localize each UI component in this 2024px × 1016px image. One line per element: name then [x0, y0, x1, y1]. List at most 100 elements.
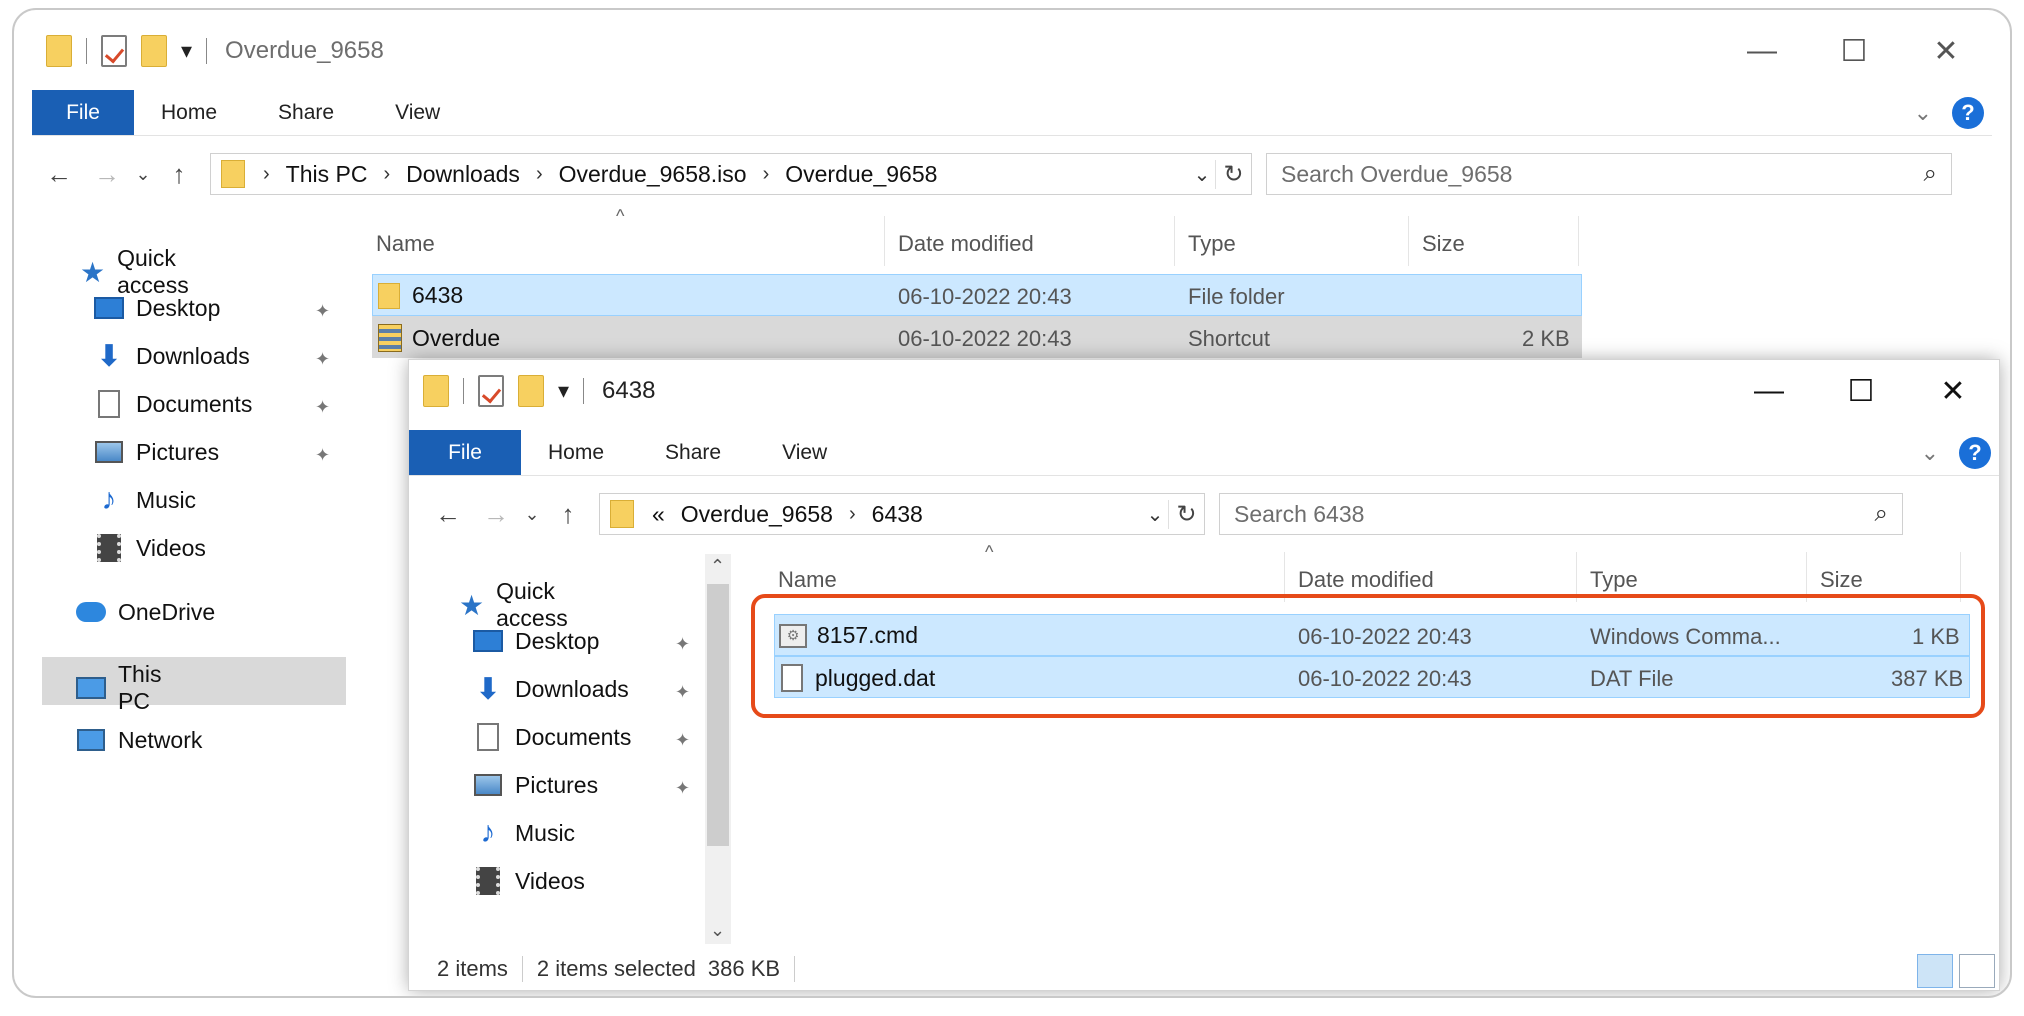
address-bar[interactable]: « Overdue_9658 › 6438 ⌄ ↻ [599, 493, 1205, 535]
help-icon[interactable]: ? [1959, 437, 1991, 469]
column-header-size[interactable]: Size [1422, 231, 1465, 257]
tab-share[interactable]: Share [251, 90, 368, 135]
up-button[interactable]: ↑ [547, 499, 589, 530]
sidebar-label: Documents [515, 723, 632, 750]
tab-view[interactable]: View [368, 90, 474, 135]
sidebar-label: Desktop [515, 627, 600, 654]
pin-icon[interactable]: ✦ [675, 682, 690, 703]
tab-home[interactable]: Home [521, 430, 638, 475]
column-divider[interactable] [1408, 216, 1409, 266]
sidebar-item-network[interactable]: Network [76, 725, 202, 755]
chevron-right-icon[interactable]: › [263, 163, 270, 186]
sidebar-item-downloads[interactable]: ⬇ Downloads [94, 340, 249, 373]
back-button[interactable]: ← [427, 499, 469, 530]
sidebar-item-videos[interactable]: Videos [473, 866, 585, 896]
sidebar-label: Documents [136, 390, 253, 417]
chevron-right-icon[interactable]: › [763, 163, 770, 186]
new-folder-icon[interactable] [141, 35, 167, 67]
large-icons-view-icon[interactable] [1959, 954, 1995, 988]
address-dropdown-icon[interactable]: ⌄ [1142, 502, 1168, 527]
column-header-date[interactable]: Date modified [898, 231, 1034, 257]
expand-ribbon-chevron-icon[interactable]: ⌄ [1914, 100, 1932, 126]
tab-share[interactable]: Share [638, 430, 755, 475]
properties-icon[interactable] [478, 375, 504, 407]
forward-button[interactable]: → [86, 159, 128, 190]
chevron-right-icon[interactable]: › [849, 503, 856, 526]
breadcrumb-overdue-folder[interactable]: Overdue_9658 [785, 161, 937, 188]
recent-locations-button[interactable]: ⌄ [517, 504, 547, 525]
pin-icon[interactable]: ✦ [315, 301, 330, 322]
pin-icon[interactable]: ✦ [315, 349, 330, 370]
close-button[interactable]: ✕ [1907, 360, 1999, 422]
sidebar-item-quick-access[interactable]: ★ Quick access [80, 245, 194, 299]
sidebar-item-onedrive[interactable]: OneDrive [76, 597, 215, 627]
forward-button[interactable]: → [475, 499, 517, 530]
pin-icon[interactable]: ✦ [315, 445, 330, 466]
chevron-right-icon[interactable]: › [536, 163, 543, 186]
minimize-button[interactable]: — [1716, 20, 1808, 82]
column-header-date[interactable]: Date modified [1298, 567, 1434, 593]
back-button[interactable]: ← [38, 159, 80, 190]
pin-icon[interactable]: ✦ [675, 778, 690, 799]
sidebar-item-documents[interactable]: Documents [94, 389, 252, 419]
pin-icon[interactable]: ✦ [315, 397, 330, 418]
maximize-button[interactable]: ☐ [1815, 360, 1907, 422]
column-header-type[interactable]: Type [1188, 231, 1236, 257]
scroll-down-icon[interactable]: ⌄ [710, 920, 725, 941]
column-divider[interactable] [1174, 216, 1175, 266]
recent-locations-button[interactable]: ⌄ [128, 164, 158, 185]
tab-home[interactable]: Home [134, 90, 251, 135]
sidebar-item-documents[interactable]: Documents [473, 722, 631, 752]
chevron-right-icon[interactable]: › [383, 163, 390, 186]
expand-ribbon-chevron-icon[interactable]: ⌄ [1921, 440, 1939, 466]
help-icon[interactable]: ? [1952, 97, 1984, 129]
refresh-icon[interactable]: ↻ [1215, 159, 1251, 189]
address-bar[interactable]: › This PC › Downloads › Overdue_9658.iso… [210, 153, 1252, 195]
refresh-icon[interactable]: ↻ [1168, 499, 1204, 529]
column-header-name[interactable]: Name [376, 231, 435, 257]
details-view-icon[interactable] [1917, 954, 1953, 988]
search-input[interactable]: Search Overdue_9658 ⌕ [1266, 153, 1952, 195]
close-button[interactable]: ✕ [1900, 20, 1992, 82]
sidebar-item-desktop[interactable]: Desktop [94, 293, 220, 323]
window-title: 6438 [602, 377, 656, 404]
quick-access-toolbar-dropdown[interactable]: ▾ [181, 38, 192, 64]
pin-icon[interactable]: ✦ [675, 634, 690, 655]
column-header-size[interactable]: Size [1820, 567, 1863, 593]
column-divider[interactable] [1578, 216, 1579, 266]
scrollbar-thumb[interactable] [707, 584, 729, 846]
column-divider[interactable] [884, 216, 885, 266]
sidebar-item-this-pc[interactable]: This PC [76, 661, 161, 715]
properties-icon[interactable] [101, 35, 127, 67]
breadcrumb-this-pc[interactable]: This PC [286, 161, 368, 188]
minimize-button[interactable]: — [1723, 360, 1815, 422]
address-dropdown-icon[interactable]: ⌄ [1189, 162, 1215, 187]
status-divider [521, 956, 523, 982]
quick-access-toolbar-dropdown[interactable]: ▾ [558, 378, 569, 404]
scroll-up-icon[interactable]: ⌃ [710, 556, 725, 577]
column-header-name[interactable]: Name [778, 567, 837, 593]
new-folder-icon[interactable] [518, 375, 544, 407]
sidebar-item-videos[interactable]: Videos [94, 533, 206, 563]
column-header-type[interactable]: Type [1590, 567, 1638, 593]
maximize-button[interactable]: ☐ [1808, 20, 1900, 82]
file-name-cell: Overdue [378, 324, 500, 352]
up-button[interactable]: ↑ [158, 159, 200, 190]
sidebar-item-pictures[interactable]: Pictures [473, 770, 598, 800]
tab-file[interactable]: File [409, 430, 521, 475]
tab-view[interactable]: View [755, 430, 861, 475]
sidebar-item-music[interactable]: ♪ Music [94, 483, 197, 516]
breadcrumb-iso[interactable]: Overdue_9658.iso [559, 161, 747, 188]
search-input[interactable]: Search 6438 ⌕ [1219, 493, 1903, 535]
sidebar-item-quick-access[interactable]: ★ Quick access [459, 578, 573, 632]
tab-file[interactable]: File [32, 90, 134, 135]
breadcrumb-overdue-folder[interactable]: Overdue_9658 [681, 501, 833, 528]
sidebar-item-downloads[interactable]: ⬇ Downloads [473, 673, 628, 706]
pin-icon[interactable]: ✦ [675, 730, 690, 751]
sidebar-item-pictures[interactable]: Pictures [94, 437, 219, 467]
breadcrumb-downloads[interactable]: Downloads [406, 161, 520, 188]
sidebar-item-desktop[interactable]: Desktop [473, 626, 599, 656]
breadcrumb-6438[interactable]: 6438 [872, 501, 923, 528]
breadcrumb-overflow[interactable]: « [652, 501, 665, 528]
sidebar-item-music[interactable]: ♪ Music [473, 816, 576, 849]
